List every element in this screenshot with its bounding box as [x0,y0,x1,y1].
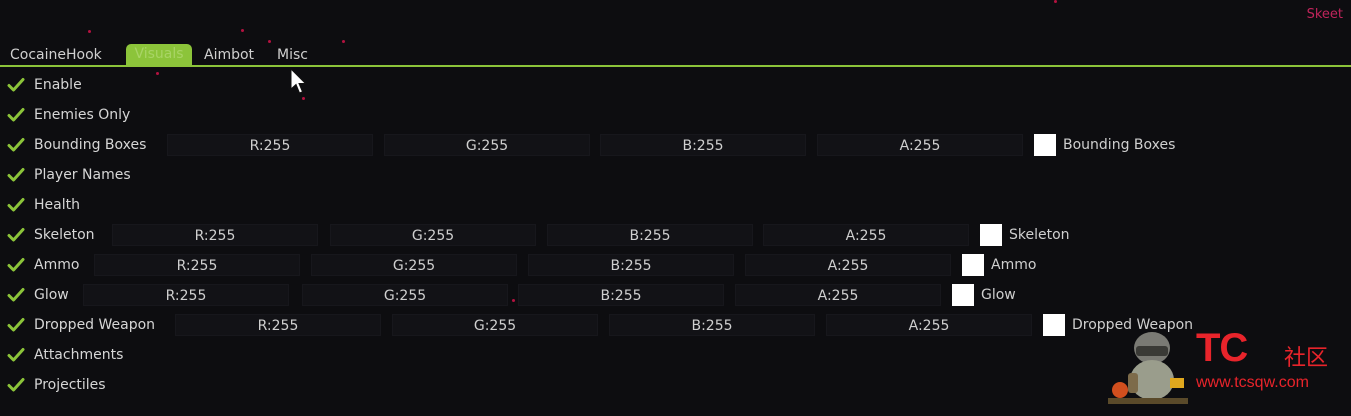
color-swatch[interactable] [962,254,984,276]
particle-dot [342,40,345,43]
option-row-skeleton: Skeleton R:255 G:255 B:255 A:255 Skeleto… [0,220,1351,250]
alpha-slider[interactable]: A:255 [735,284,941,306]
particle-dot [241,29,244,32]
particle-dot [302,97,305,100]
watermark-url: www.tcsqw.com [1196,374,1309,391]
color-swatch-label: Skeleton [1009,227,1070,243]
check-icon[interactable] [7,77,25,93]
red-slider[interactable]: R:255 [175,314,381,336]
option-row-bounding-boxes: Bounding Boxes R:255 G:255 B:255 A:255 B… [0,130,1351,160]
watermark-logo: TC [1196,326,1248,370]
option-row-health: Health [0,190,1351,220]
option-label: Ammo [34,257,80,273]
option-label: Health [34,197,80,213]
check-icon[interactable] [7,167,25,183]
color-swatch[interactable] [1043,314,1065,336]
tab-aimbot[interactable]: Aimbot [204,45,254,65]
color-swatch-label: Glow [981,287,1016,303]
tab-underline [0,65,1351,67]
particle-dot [88,30,91,33]
particle-dot [268,40,271,43]
tab-misc[interactable]: Misc [277,45,308,65]
alpha-slider[interactable]: A:255 [745,254,951,276]
green-slider[interactable]: G:255 [302,284,508,306]
option-row-enable: Enable [0,70,1351,100]
tab-bar: CocaineHook Visuals Aimbot Misc [0,44,1351,66]
blue-slider[interactable]: B:255 [600,134,806,156]
blue-slider[interactable]: B:255 [528,254,734,276]
option-label: Player Names [34,167,131,183]
particle-dot [1054,0,1057,3]
option-row-glow: Glow R:255 G:255 B:255 A:255 Glow [0,280,1351,310]
green-slider[interactable]: G:255 [384,134,590,156]
check-icon[interactable] [7,227,25,243]
blue-slider[interactable]: B:255 [518,284,724,306]
alpha-slider[interactable]: A:255 [826,314,1032,336]
watermark-text: 社区 [1284,346,1329,371]
check-icon[interactable] [7,137,25,153]
color-swatch-label: Ammo [991,257,1037,273]
particle-dot [156,72,159,75]
color-swatch-label: Bounding Boxes [1063,137,1176,153]
option-label: Enable [34,77,82,93]
check-icon[interactable] [7,287,25,303]
option-label: Glow [34,287,69,303]
particle-dot [512,299,515,302]
check-icon[interactable] [7,347,25,363]
option-row-ammo: Ammo R:255 G:255 B:255 A:255 Ammo [0,250,1351,280]
blue-slider[interactable]: B:255 [609,314,815,336]
tab-visuals[interactable]: Visuals [126,44,192,65]
green-slider[interactable]: G:255 [330,224,536,246]
alpha-slider[interactable]: A:255 [817,134,1023,156]
color-swatch[interactable] [952,284,974,306]
tab-cocainehook[interactable]: CocaineHook [10,45,102,65]
brand-label: Skeet [1306,7,1343,22]
check-icon[interactable] [7,317,25,333]
red-slider[interactable]: R:255 [83,284,289,306]
option-label: Skeleton [34,227,95,243]
green-slider[interactable]: G:255 [392,314,598,336]
option-row-player-names: Player Names [0,160,1351,190]
green-slider[interactable]: G:255 [311,254,517,276]
mouse-cursor-icon [290,68,307,94]
option-label: Dropped Weapon [34,317,156,333]
red-slider[interactable]: R:255 [167,134,373,156]
option-label: Projectiles [34,377,106,393]
red-slider[interactable]: R:255 [94,254,300,276]
color-swatch[interactable] [1034,134,1056,156]
color-swatch[interactable] [980,224,1002,246]
option-row-enemies-only: Enemies Only [0,100,1351,130]
option-label: Attachments [34,347,124,363]
option-label: Bounding Boxes [34,137,147,153]
check-icon[interactable] [7,377,25,393]
option-label: Enemies Only [34,107,131,123]
check-icon[interactable] [7,107,25,123]
alpha-slider[interactable]: A:255 [763,224,969,246]
check-icon[interactable] [7,197,25,213]
check-icon[interactable] [7,257,25,273]
red-slider[interactable]: R:255 [112,224,318,246]
blue-slider[interactable]: B:255 [547,224,753,246]
